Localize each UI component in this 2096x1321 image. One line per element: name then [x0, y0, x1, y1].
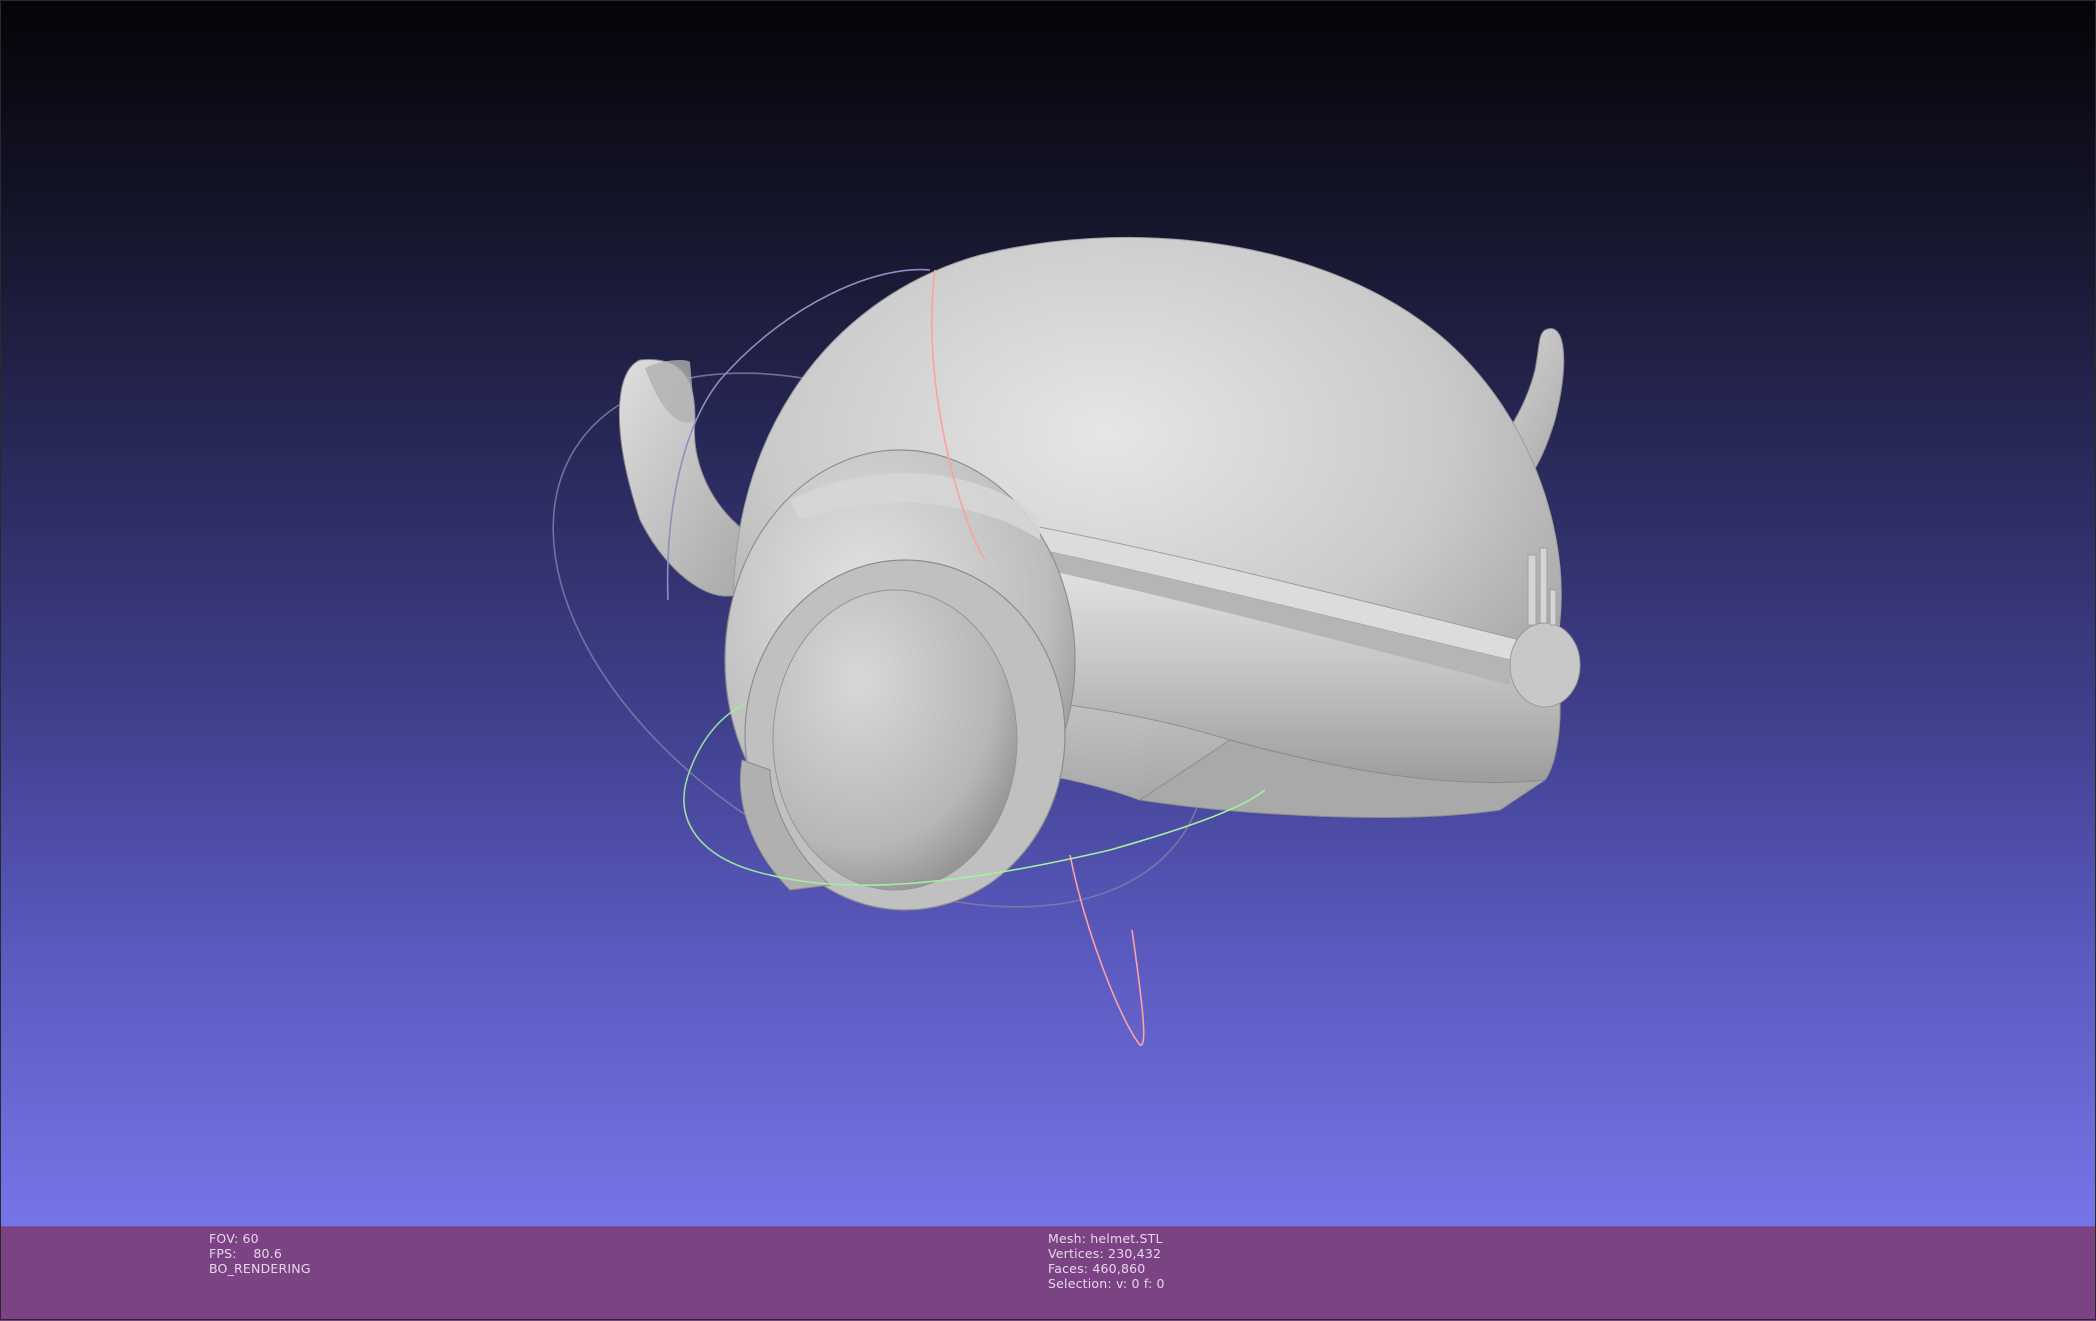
front-knob [1509, 622, 1581, 708]
info-bar: FOV: 60 FPS: 80.6 BO_RENDERING Mesh: hel… [0, 1226, 2096, 1321]
ear-cup-inner [772, 589, 1018, 891]
render-mode-label: BO_RENDERING [209, 1261, 311, 1276]
3d-scene[interactable] [0, 0, 2096, 1226]
selection-label: Selection: v: 0 f: 0 [1048, 1276, 1165, 1291]
fps-label: FPS: 80.6 [209, 1246, 282, 1261]
faces-label: Faces: 460,860 [1048, 1261, 1146, 1276]
mesh-name-label: Mesh: helmet.STL [1048, 1231, 1163, 1246]
vertices-label: Vertices: 230,432 [1048, 1246, 1162, 1261]
fov-label: FOV: 60 [209, 1231, 259, 1246]
render-info: FOV: 60 FPS: 80.6 BO_RENDERING [209, 1231, 311, 1276]
3d-viewport[interactable] [0, 0, 2096, 1226]
mesh-info: Mesh: helmet.STL Vertices: 230,432 Faces… [1048, 1231, 1165, 1291]
